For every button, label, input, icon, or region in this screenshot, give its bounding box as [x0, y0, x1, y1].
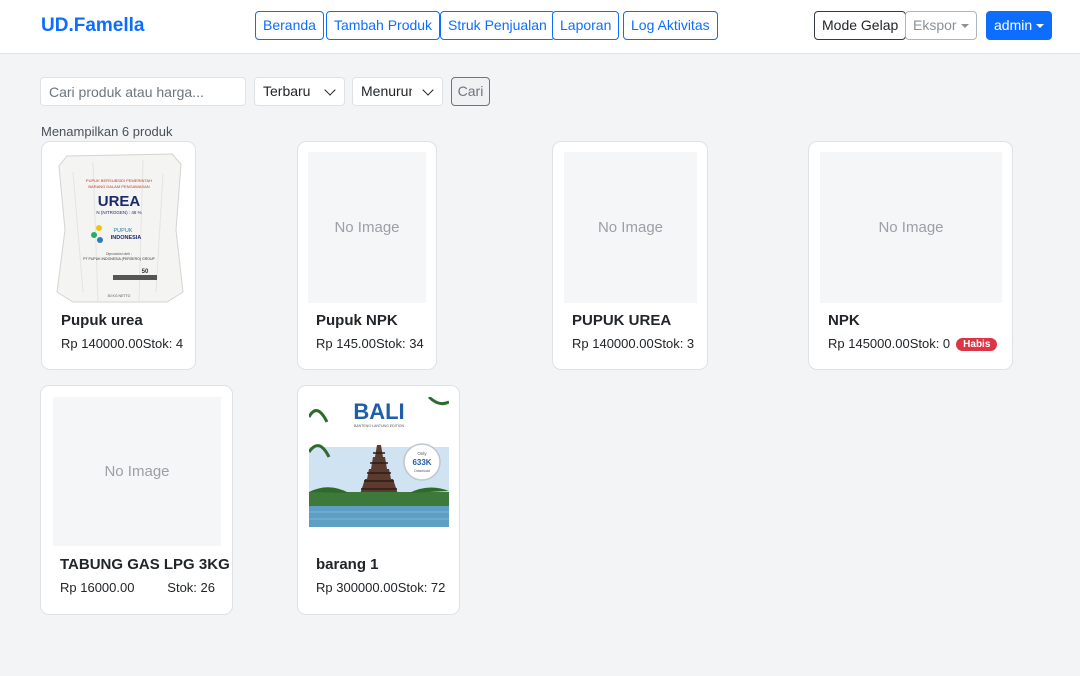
product-price-stock: Rp 140000.00Stok: 3: [572, 336, 694, 351]
product-price: Rp 300000.00: [316, 580, 398, 595]
user-label: admin: [994, 17, 1033, 33]
search-input[interactable]: [40, 77, 246, 106]
urea-text-line2: BARANG DALAM PENGAWASAN: [88, 184, 149, 189]
bali-cover-illustration: BALI BANTENG·LANTUNG EDITION Only 633K D…: [309, 397, 449, 527]
product-card[interactable]: No Image NPK Rp 145000.00Stok: 0 Habis: [808, 141, 1013, 370]
nav-tambah-produk-button[interactable]: Tambah Produk: [326, 11, 441, 40]
product-price-stock: Rp 145000.00Stok: 0 Habis: [828, 336, 998, 351]
product-price: Rp 16000.00: [60, 580, 135, 595]
urea-producer2-text: PT PUPUK INDONESIA (PERSERO) GROUP: [83, 257, 155, 261]
product-card[interactable]: PUPUK BERSUBSIDI PEMERINTAH BARANG DALAM…: [41, 141, 196, 370]
export-dropdown-button[interactable]: Ekspor: [905, 11, 977, 40]
product-price-stock: Rp 16000.00 Stok: 26: [60, 580, 215, 595]
urea-brand1-text: PUPUK: [114, 228, 133, 234]
urea-sack-illustration: PUPUK BERSUBSIDI PEMERINTAH BARANG DALAM…: [56, 153, 184, 303]
bali-badge-bottom-text: Download: [414, 469, 430, 473]
bali-title-text: BALI: [353, 399, 404, 424]
product-stock: Stok: 34: [376, 336, 424, 351]
bali-badge-top-text: Only: [417, 451, 427, 456]
caret-down-icon: [1036, 24, 1045, 28]
urea-spec-text: N (NITROGEN) : 46 %: [96, 210, 141, 215]
urea-title-text: UREA: [98, 193, 141, 210]
product-stock: Stok: 72: [397, 580, 446, 595]
product-name: Pupuk urea: [61, 312, 143, 329]
search-button[interactable]: Cari: [451, 77, 490, 106]
product-stock: Stok: 3: [653, 336, 695, 351]
nav-beranda-button[interactable]: Beranda: [255, 11, 324, 40]
chevron-down-icon: [324, 84, 336, 96]
product-price-stock: Rp 145.00Stok: 34: [316, 336, 424, 351]
product-price-stock: Rp 300000.00Stok: 72: [316, 580, 445, 595]
product-name: TABUNG GAS LPG 3KG: [60, 556, 230, 573]
product-name: barang 1: [316, 556, 379, 573]
out-of-stock-badge: Habis: [956, 338, 998, 351]
urea-text-line1: PUPUK BERSUBSIDI PEMERINTAH: [86, 178, 152, 183]
product-card[interactable]: No Image PUPUK UREA Rp 140000.00Stok: 3: [552, 141, 708, 370]
result-count: Menampilkan 6 produk: [41, 124, 173, 139]
urea-brand2-text: INDONESIA: [111, 235, 142, 241]
user-dropdown-button[interactable]: admin: [986, 11, 1053, 40]
navbar: UD.Famella Beranda Tambah Produk Struk P…: [0, 0, 1080, 54]
order-select[interactable]: Menurun: [352, 77, 443, 106]
no-image-placeholder: No Image: [820, 152, 1002, 303]
order-select-value: Menurun: [361, 83, 417, 99]
product-name: NPK: [828, 312, 860, 329]
export-label: Ekspor: [913, 17, 957, 33]
nav-struk-penjualan-button[interactable]: Struk Penjualan: [440, 11, 555, 40]
urea-producer1-text: Diproduksi oleh :: [106, 252, 132, 256]
product-name: Pupuk NPK: [316, 312, 398, 329]
product-card[interactable]: No Image TABUNG GAS LPG 3KG Rp 16000.00 S…: [40, 385, 233, 615]
product-price: Rp 145.00: [316, 336, 376, 351]
product-image-urea-sack: PUPUK BERSUBSIDI PEMERINTAH BARANG DALAM…: [53, 152, 186, 303]
brand-logo[interactable]: UD.Famella: [41, 15, 144, 37]
product-card[interactable]: BALI BANTENG·LANTUNG EDITION Only 633K D…: [297, 385, 460, 615]
nav-log-aktivitas-button[interactable]: Log Aktivitas: [623, 11, 718, 40]
no-image-placeholder: No Image: [564, 152, 697, 303]
dark-mode-button[interactable]: Mode Gelap: [814, 11, 907, 40]
nav-laporan-button[interactable]: Laporan: [552, 11, 620, 40]
product-price: Rp 140000.00: [61, 336, 143, 351]
product-price: Rp 145000.00: [828, 336, 910, 351]
sort-select[interactable]: Terbaru: [254, 77, 345, 106]
product-stock: Stok: 4: [142, 336, 184, 351]
sort-select-value: Terbaru: [263, 83, 311, 99]
no-image-placeholder: No Image: [308, 152, 426, 303]
product-price: Rp 140000.00: [572, 336, 654, 351]
product-stock: Stok: 26: [167, 580, 215, 595]
product-name: PUPUK UREA: [572, 312, 672, 329]
product-image-bali-cover: BALI BANTENG·LANTUNG EDITION Only 633K D…: [309, 397, 449, 527]
bali-badge-value-text: 633K: [412, 458, 431, 467]
caret-down-icon: [960, 24, 969, 28]
urea-weight-text: 50: [142, 269, 149, 275]
no-image-placeholder: No Image: [53, 397, 221, 546]
product-price-stock: Rp 140000.00Stok: 4: [61, 336, 183, 351]
product-stock: Stok: 0: [909, 336, 951, 351]
urea-footer-text: 50 KG NETTO: [108, 294, 131, 298]
bali-subtitle-text: BANTENG·LANTUNG EDITION: [354, 424, 404, 428]
product-card[interactable]: No Image Pupuk NPK Rp 145.00Stok: 34: [297, 141, 437, 370]
